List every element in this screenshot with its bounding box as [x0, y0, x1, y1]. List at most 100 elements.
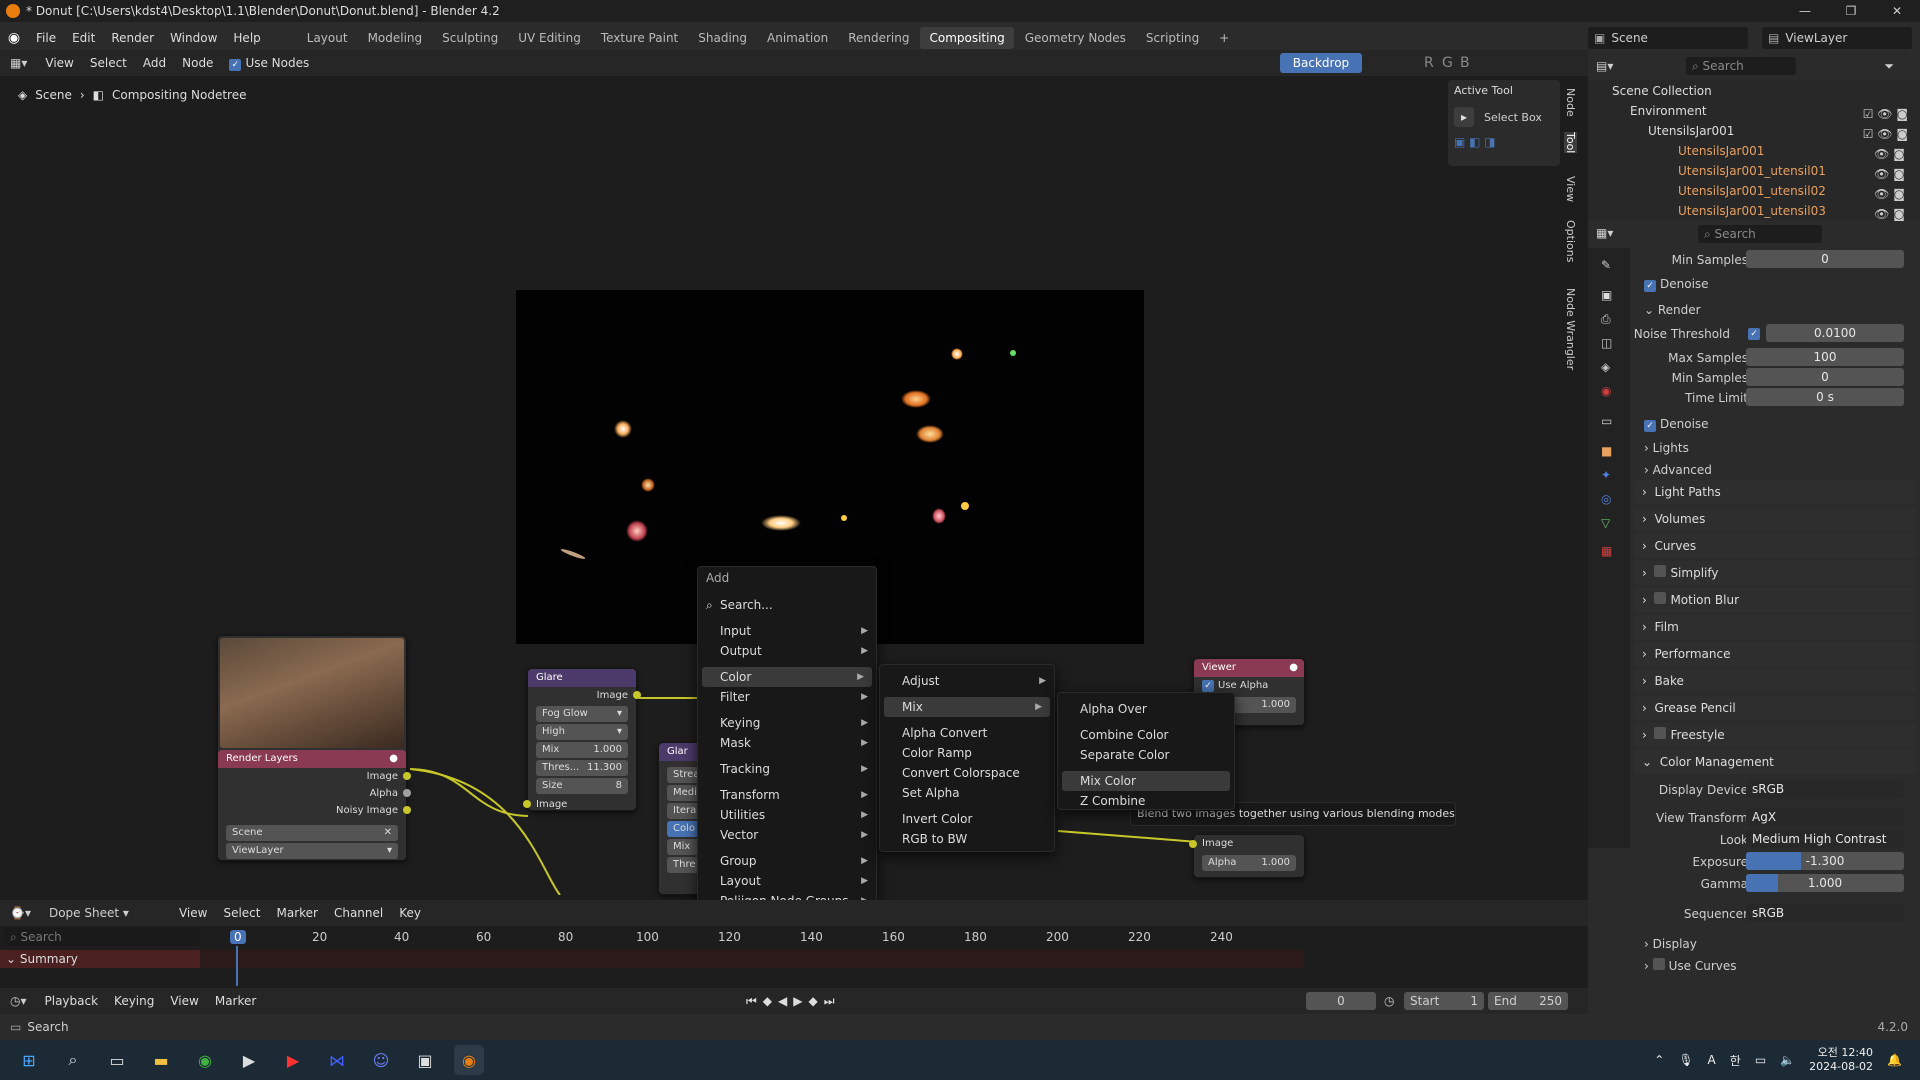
glare-input-socket[interactable] — [523, 800, 531, 808]
task-view-icon[interactable]: ▭ — [102, 1045, 132, 1075]
lights-subpanel[interactable]: › Lights — [1644, 438, 1689, 458]
start-frame-field[interactable]: Start 1 — [1404, 992, 1484, 1010]
simplify-checkbox[interactable] — [1654, 565, 1667, 577]
view-layer-name[interactable]: ViewLayer — [1785, 31, 1847, 45]
noise-threshold-checkbox[interactable]: ✓ — [1748, 328, 1760, 340]
denoise-checkbox-2[interactable]: ✓ — [1644, 420, 1656, 432]
tab-modeling[interactable]: Modeling — [359, 27, 432, 49]
backdrop-button[interactable]: Backdrop — [1280, 53, 1362, 73]
tab-scripting[interactable]: Scripting — [1137, 27, 1208, 49]
add-menu-tracking[interactable]: Tracking ▶ — [698, 759, 876, 779]
add-menu-search[interactable]: ⌕ Search... — [698, 595, 876, 615]
glare-size-field[interactable]: Size 8 — [536, 778, 628, 794]
discord-icon[interactable]: ☺ — [366, 1045, 396, 1075]
clock-icon[interactable]: ◷ — [1384, 994, 1394, 1008]
add-menu-keying[interactable]: Keying ▶ — [698, 713, 876, 733]
noisy-image-output-socket[interactable] — [403, 806, 411, 814]
scene-name[interactable]: Scene — [1611, 31, 1648, 45]
glare2-color[interactable]: Colo — [667, 821, 701, 837]
mix-submenu[interactable]: Alpha Over Combine Color Separate Color … — [1057, 692, 1235, 810]
render-subpanel-label[interactable]: Render — [1658, 303, 1701, 317]
use-alpha-checkbox[interactable]: ✓ — [1202, 680, 1214, 692]
panel-performance[interactable]: › Performance — [1634, 642, 1916, 666]
dopesheet-menu-key[interactable]: Key — [391, 906, 429, 920]
use-nodes-checkbox[interactable]: ✓ — [229, 58, 242, 71]
dopesheet-search-input[interactable]: ⌕ Search — [4, 928, 200, 946]
tab-node[interactable]: Node — [1564, 88, 1577, 117]
add-menu-group[interactable]: Group ▶ — [698, 851, 876, 871]
start-button-icon[interactable]: ⊞ — [14, 1045, 44, 1075]
outliner-editor-icon[interactable]: ▤▾ — [1588, 59, 1621, 73]
advanced-subpanel[interactable]: › Advanced — [1644, 460, 1712, 480]
glare-type-select[interactable]: Fog Glow ▾ — [536, 706, 628, 722]
language-indicator[interactable]: A — [1708, 1053, 1716, 1067]
add-menu-mask[interactable]: Mask ▶ — [698, 733, 876, 753]
end-frame-field[interactable]: End 250 — [1488, 992, 1568, 1010]
outliner-utensils-jar[interactable]: UtensilsJar001 — [1678, 144, 1764, 158]
glare-threshold-field[interactable]: Thres... 11.300 — [536, 760, 628, 776]
timeline-editor-icon[interactable]: ◷▾ — [0, 994, 37, 1008]
alpha-output-socket[interactable] — [403, 789, 411, 797]
tab-layout[interactable]: Layout — [298, 27, 357, 49]
add-menu-color[interactable]: Color ▶ — [702, 667, 872, 687]
dopesheet-menu-select[interactable]: Select — [215, 906, 268, 920]
motion-blur-checkbox[interactable] — [1654, 592, 1667, 604]
freestyle-checkbox[interactable] — [1654, 727, 1667, 739]
min-samples-field[interactable]: 0 — [1746, 368, 1904, 386]
mix-menu-separate-color[interactable]: Separate Color — [1058, 745, 1234, 765]
max-samples-field[interactable]: 100 — [1746, 348, 1904, 366]
editor-type-icon[interactable]: ▦▾ — [0, 56, 37, 70]
panel-grease-pencil[interactable]: › Grease Pencil — [1634, 696, 1916, 720]
look-select[interactable]: Medium High Contrast — [1746, 830, 1904, 848]
color-menu-mix[interactable]: Mix ▶ — [884, 697, 1050, 717]
chrome-icon[interactable]: ◉ — [190, 1045, 220, 1075]
tab-texture-paint[interactable]: Texture Paint — [592, 27, 687, 49]
outliner-utensil01[interactable]: UtensilsJar001_utensil01 — [1678, 164, 1826, 178]
minimize-button[interactable]: — — [1782, 0, 1828, 22]
timeline-menu-playback[interactable]: Playback — [37, 994, 107, 1008]
channel-r-button[interactable]: R — [1424, 55, 1434, 71]
tab-compositing[interactable]: Compositing — [920, 27, 1014, 49]
current-frame-field[interactable]: 0 — [1306, 992, 1376, 1010]
noise-threshold-field[interactable]: 0.0100 — [1766, 324, 1904, 342]
add-menu-input[interactable]: Input ▶ — [698, 621, 876, 641]
tab-options[interactable]: Options — [1564, 220, 1577, 262]
dopesheet-area[interactable]: ⌕ Search ⌄ Summary 0 20 40 60 80 100 120… — [0, 926, 1588, 988]
playback-controls[interactable]: ⏮◆◀▶◆⏭ — [746, 994, 841, 1009]
tab-rendering[interactable]: Rendering — [839, 27, 918, 49]
close-button[interactable]: ✕ — [1874, 0, 1920, 22]
playhead[interactable] — [236, 946, 238, 986]
glare-quality-select[interactable]: High ▾ — [536, 724, 628, 740]
viewer-icon[interactable]: ● — [1289, 659, 1298, 677]
dopesheet-menu-view[interactable]: View — [171, 906, 215, 920]
timeline-menu-marker[interactable]: Marker — [207, 994, 264, 1008]
add-menu-filter[interactable]: Filter ▶ — [698, 687, 876, 707]
add-menu-output[interactable]: Output ▶ — [698, 641, 876, 661]
network-icon[interactable]: ▭ — [1755, 1053, 1766, 1067]
color-menu-rgb-to-bw[interactable]: RGB to BW — [880, 829, 1054, 849]
terminal-icon[interactable]: ▣ — [410, 1045, 440, 1075]
channel-b-button[interactable]: B — [1460, 55, 1470, 71]
outliner-utensil03[interactable]: UtensilsJar001_utensil03 — [1678, 204, 1826, 218]
composite-alpha-field[interactable]: Alpha 1.000 — [1202, 855, 1296, 871]
outliner-utensils-jar-collection[interactable]: UtensilsJar001 — [1648, 124, 1734, 138]
color-menu-convert-colorspace[interactable]: Convert Colorspace — [880, 763, 1054, 783]
current-frame-marker[interactable]: 0 — [230, 930, 246, 944]
timeline-menu-view[interactable]: View — [162, 994, 206, 1008]
add-menu-utilities[interactable]: Utilities ▶ — [698, 805, 876, 825]
denoise-checkbox-1[interactable]: ✓ — [1644, 280, 1656, 292]
panel-light-paths[interactable]: › Light Paths — [1634, 480, 1916, 504]
panel-motion-blur[interactable]: › Motion Blur — [1634, 588, 1916, 612]
mix-menu-z-combine[interactable]: Z Combine — [1058, 791, 1234, 811]
panel-simplify[interactable]: › Simplify — [1634, 561, 1916, 585]
tab-tool[interactable]: Tool — [1564, 132, 1577, 154]
render-layers-node[interactable]: Render Layers ● Image Alpha Noisy Image … — [217, 635, 411, 861]
select-box-icon[interactable]: ▸ — [1454, 107, 1474, 127]
glare-output-socket[interactable] — [633, 691, 641, 699]
outliner-environment[interactable]: Environment — [1630, 104, 1707, 118]
add-menu-layout[interactable]: Layout ▶ — [698, 871, 876, 891]
gamma-slider[interactable]: 1.000 — [1746, 874, 1904, 892]
dopesheet-mode-select[interactable]: Dope Sheet ▾ — [41, 906, 171, 920]
notification-bell-icon[interactable]: 🔔 — [1887, 1053, 1902, 1067]
composite-image-socket[interactable] — [1189, 840, 1197, 848]
